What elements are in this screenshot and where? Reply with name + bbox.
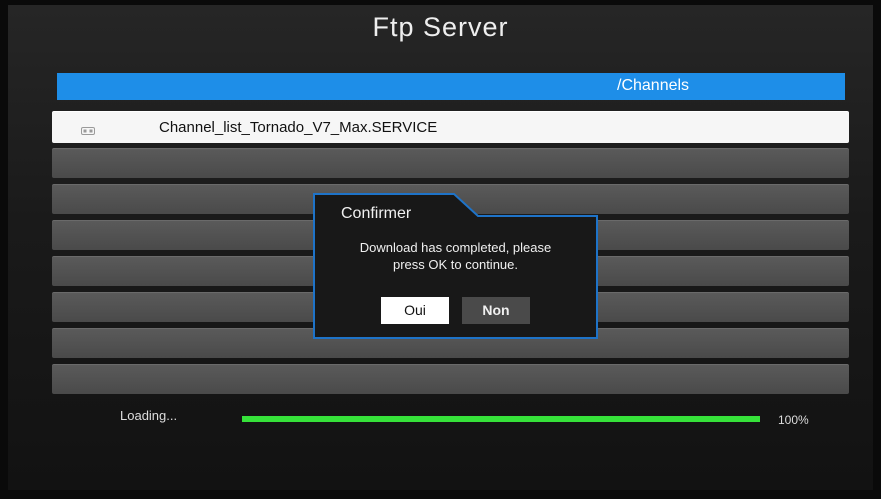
current-path: /Channels bbox=[617, 77, 690, 94]
yes-button[interactable]: Oui bbox=[381, 297, 449, 324]
confirm-dialog: Confirmer Download has completed, please… bbox=[313, 193, 598, 339]
path-bar: /Channels bbox=[57, 73, 845, 100]
no-button[interactable]: Non bbox=[462, 297, 530, 324]
file-icon bbox=[81, 123, 95, 141]
progress-fill bbox=[242, 416, 760, 422]
dialog-title: Confirmer bbox=[341, 205, 412, 222]
progress-percent: 100% bbox=[778, 413, 809, 427]
dialog-message-line-1: Download has completed, please bbox=[359, 240, 552, 255]
progress-bar bbox=[242, 416, 760, 422]
file-name: Channel_list_Tornado_V7_Max.SERVICE bbox=[159, 119, 438, 136]
file-row-empty[interactable] bbox=[52, 148, 849, 178]
dialog-message-line-2: press OK to continue. bbox=[392, 257, 518, 272]
loading-label: Loading... bbox=[120, 408, 178, 423]
page-title: Ftp Server bbox=[372, 12, 509, 42]
file-row-empty[interactable] bbox=[52, 364, 849, 394]
dialog-message: Download has completed, please press OK … bbox=[313, 239, 598, 273]
file-row-selected[interactable]: Channel_list_Tornado_V7_Max.SERVICE bbox=[52, 111, 849, 143]
